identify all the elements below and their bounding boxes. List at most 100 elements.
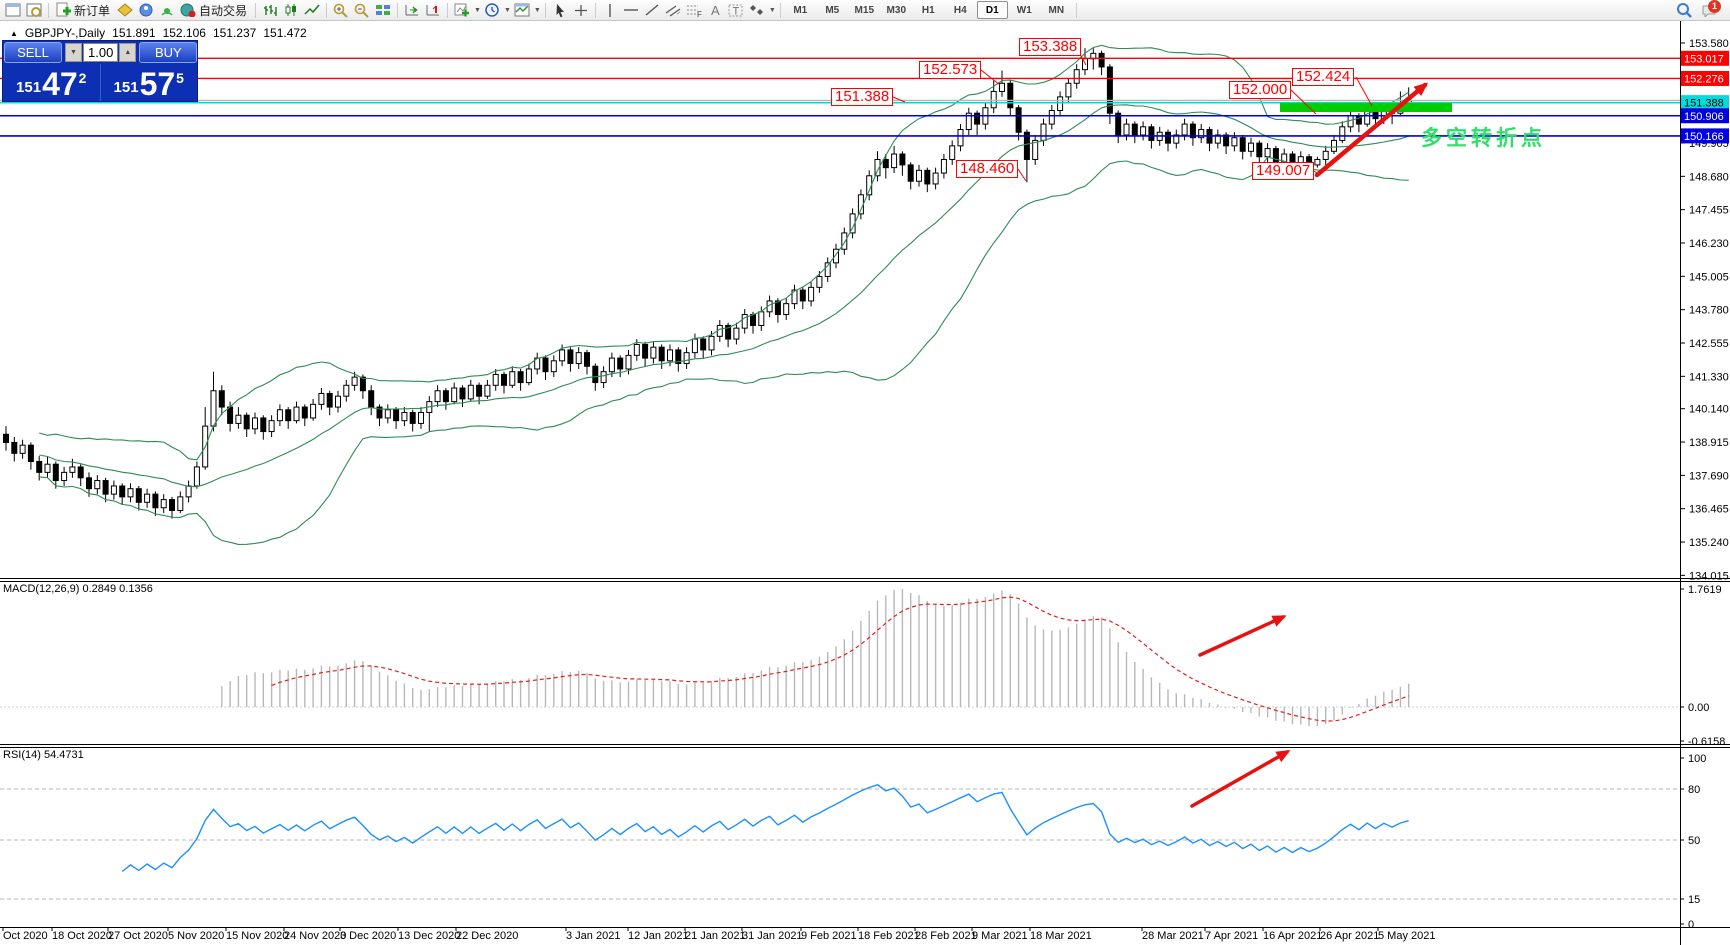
turning-point-annotation[interactable]: 多空转折点 — [1421, 122, 1546, 152]
price-label-connector — [981, 70, 1000, 85]
chart-shift-icon[interactable] — [423, 1, 443, 20]
price-label-152.573[interactable]: 152.573 — [919, 61, 981, 79]
line-chart-type-icon[interactable] — [302, 1, 322, 20]
zoom-in-icon[interactable] — [331, 1, 351, 20]
search-icon[interactable] — [1674, 1, 1694, 20]
rsi-indicator-label: RSI(14) 54.4731 — [3, 749, 84, 761]
candle-body — [1066, 83, 1071, 97]
periods-icon[interactable] — [482, 1, 502, 20]
tf-mn-button[interactable]: MN — [1041, 1, 1072, 19]
volume-decrease-button[interactable]: ▼ — [65, 43, 82, 62]
price-label-152.424[interactable]: 152.424 — [1292, 68, 1354, 86]
price-axis-tick-label: 137.690 — [1689, 470, 1729, 482]
tf-h1-button[interactable]: H1 — [913, 1, 944, 19]
metaeditor-icon[interactable] — [115, 1, 135, 20]
tf-m1-button[interactable]: M1 — [785, 1, 816, 19]
tf-m15-button[interactable]: M15 — [849, 1, 880, 19]
trend-arrow[interactable] — [1200, 617, 1283, 655]
candle-body — [178, 497, 183, 511]
rsi-line — [122, 785, 1409, 872]
buy-button[interactable]: BUY — [139, 42, 197, 63]
trend-arrow[interactable] — [1317, 85, 1425, 175]
crosshair-icon[interactable] — [571, 1, 591, 20]
candle-body — [1265, 149, 1270, 157]
toolbar-separator — [255, 3, 256, 18]
collapse-panel-icon[interactable]: ▲ — [10, 29, 18, 38]
toolbar-right-group: 1 — [1674, 1, 1727, 20]
volume-input[interactable]: 1.00 — [83, 43, 118, 62]
candle-body — [510, 372, 515, 386]
candlestick-chart-type-icon[interactable] — [281, 1, 301, 20]
trendline-tool-icon[interactable] — [642, 1, 662, 20]
autotrading-icon[interactable] — [178, 1, 198, 20]
cursor-icon[interactable] — [550, 1, 570, 20]
price-label-149.007[interactable]: 149.007 — [1252, 162, 1314, 180]
auto-scroll-icon[interactable] — [402, 1, 422, 20]
vertical-line-tool-icon[interactable] — [600, 1, 620, 20]
candle-body — [975, 113, 980, 124]
candle-body — [759, 312, 764, 326]
price-label-153.388[interactable]: 153.388 — [1019, 38, 1081, 56]
text-label-tool-icon[interactable]: T — [726, 1, 746, 20]
rsi-axis-label: 80 — [1688, 784, 1700, 796]
candle-body — [261, 418, 266, 432]
text-tool-icon[interactable]: A — [705, 1, 725, 20]
trend-arrow[interactable] — [1192, 752, 1287, 806]
tf-m30-button[interactable]: M30 — [881, 1, 912, 19]
bar-chart-type-icon[interactable] — [260, 1, 280, 20]
tile-windows-icon[interactable] — [373, 1, 393, 20]
new-order-icon[interactable] — [53, 1, 73, 20]
trend-arrow-head — [1271, 610, 1289, 627]
one-click-trade-panel: SELL ▼ 1.00 ▲ BUY 151 47 2 151 57 5 — [2, 40, 198, 102]
candle-body — [817, 276, 822, 287]
macd-axis-label: 0.00 — [1688, 702, 1709, 714]
chart-area[interactable]: 153.580152.355151.130149.905148.680147.4… — [0, 21, 1730, 945]
price-label-151.388[interactable]: 151.388 — [831, 88, 893, 106]
tf-h4-button[interactable]: H4 — [945, 1, 976, 19]
indicators-dropdown-arrow[interactable]: ▼ — [474, 7, 481, 14]
tf-m5-button[interactable]: M5 — [817, 1, 848, 19]
candle-body — [784, 304, 789, 315]
candle-body — [53, 464, 58, 480]
candle-body — [593, 366, 598, 382]
new-chart-icon[interactable] — [3, 1, 23, 20]
tf-d1-button[interactable]: D1 — [977, 1, 1008, 19]
candle-body — [651, 347, 656, 358]
zoom-out-icon[interactable] — [352, 1, 372, 20]
buy-price-small: 151 — [114, 79, 139, 96]
volume-increase-button[interactable]: ▲ — [119, 43, 136, 62]
notification-badge: 1 — [1708, 0, 1721, 13]
new-order-label[interactable]: 新订单 — [74, 2, 110, 19]
candle-body — [692, 339, 697, 353]
arrows-tool-icon[interactable] — [747, 1, 767, 20]
price-label-152.000[interactable]: 152.000 — [1229, 81, 1291, 99]
candle-body — [1141, 127, 1146, 135]
notifications-icon[interactable]: 1 — [1699, 1, 1719, 20]
candle-body — [1049, 110, 1054, 124]
candle-body — [128, 489, 133, 497]
signals-icon[interactable] — [157, 1, 177, 20]
sell-price[interactable]: 151 47 2 — [3, 64, 101, 101]
templates-icon[interactable] — [512, 1, 532, 20]
autotrading-label[interactable]: 自动交易 — [199, 2, 247, 19]
horizontal-line-tool-icon[interactable] — [621, 1, 641, 20]
ohlc-open: 151.891 — [112, 26, 155, 40]
price-axis-tick-label: 135.240 — [1689, 537, 1729, 549]
market-watch-icon[interactable] — [136, 1, 156, 20]
sell-button[interactable]: SELL — [4, 42, 62, 63]
channel-tool-icon[interactable] — [663, 1, 683, 20]
tf-w1-button[interactable]: W1 — [1009, 1, 1040, 19]
buy-price[interactable]: 151 57 5 — [101, 64, 198, 101]
periods-dropdown-arrow[interactable]: ▼ — [504, 7, 511, 14]
candle-body — [1058, 97, 1063, 111]
candle-body — [244, 415, 249, 429]
price-axis-tick-label: 147.455 — [1689, 205, 1729, 217]
candle-body — [1016, 108, 1021, 132]
arrows-tool-dropdown-arrow[interactable]: ▼ — [769, 7, 776, 14]
fibonacci-tool-icon[interactable]: F — [684, 1, 704, 20]
templates-dropdown-arrow[interactable]: ▼ — [534, 7, 541, 14]
candle-body — [883, 159, 888, 167]
price-label-148.460[interactable]: 148.460 — [956, 160, 1018, 178]
indicators-icon[interactable] — [452, 1, 472, 20]
chart-profiles-icon[interactable] — [24, 1, 44, 20]
